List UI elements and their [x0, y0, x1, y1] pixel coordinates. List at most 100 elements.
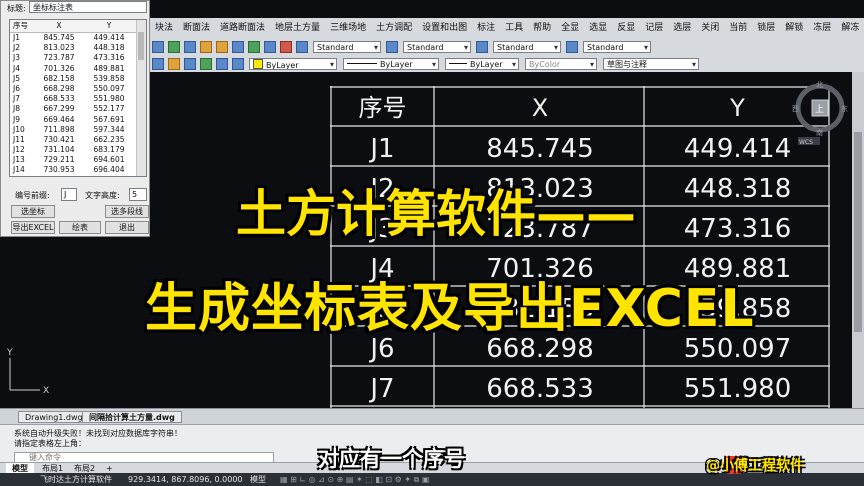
coordinate-list-cell: J10 [13, 124, 25, 134]
viewcube-north-label: 北 [816, 81, 823, 89]
file-tab-active[interactable]: 间隔拾计算土方量.dwg [82, 411, 182, 423]
plot-style-select[interactable]: ByColor [525, 58, 597, 70]
mleader-style-select[interactable]: Standard [583, 41, 651, 53]
layer-manager-icon[interactable] [248, 41, 260, 53]
layer-freeze-icon[interactable] [168, 58, 180, 70]
table-style-select[interactable]: Standard [493, 41, 561, 53]
calculator-icon[interactable] [264, 41, 276, 53]
ribbon-layer-tool[interactable]: 锁层 [752, 18, 780, 38]
status-mode[interactable]: 模型 [250, 473, 266, 486]
zoom-window-icon[interactable] [184, 41, 196, 53]
cad-table-header: X [532, 94, 548, 122]
pick-polyline-button[interactable]: 选多段线 [105, 205, 149, 218]
text-style-select[interactable]: Standard [313, 41, 381, 53]
viewcube-west-label: 西 [792, 105, 799, 113]
ribbon-layer-tool[interactable]: 关闭 [696, 18, 724, 38]
zoom-icon[interactable] [168, 41, 180, 53]
pick-coordinate-button[interactable]: 选坐标 [11, 205, 55, 218]
coordinate-list-row[interactable]: J11 730.421 662.235 [10, 135, 146, 145]
match-layer-icon[interactable] [232, 58, 244, 70]
ribbon-item[interactable]: 标注 [472, 18, 500, 38]
coordinate-list-row[interactable]: J12 731.104 683.179 [10, 145, 146, 155]
dim-style-icon[interactable] [386, 41, 398, 53]
lineweight-select[interactable]: ByLayer [445, 58, 519, 70]
scrollbar-thumb[interactable] [138, 32, 144, 60]
coordinate-list-row[interactable]: J14 730.953 696.404 [10, 165, 146, 175]
ribbon-item[interactable]: 三维场地 [325, 18, 371, 38]
ribbon-item[interactable]: 帮助 [528, 18, 556, 38]
coordinate-list-row[interactable]: J1 845.745 449.414 [10, 33, 146, 43]
ribbon-item[interactable]: 道路断面法 [215, 18, 270, 38]
coordinate-list[interactable]: 序号 X Y J1 845.745 449.414 J2 813.023 448.318 J… [9, 19, 147, 177]
ribbon-item[interactable]: 土方调配 [371, 18, 417, 38]
cad-table-cell: J1 [368, 134, 394, 164]
undo-icon[interactable] [200, 41, 212, 53]
ribbon-layer-tool[interactable]: 解冻 [836, 18, 864, 38]
coordinate-list-row[interactable]: J4 701.326 489.881 [10, 64, 146, 74]
ribbon-layer-tool[interactable]: 冻层 [808, 18, 836, 38]
cad-coordinate-table[interactable]: 序号 X YJ1 845.745 449.414J2 813.023 448.318J3 72… [330, 86, 830, 408]
ribbon-item[interactable]: 断面法 [178, 18, 215, 38]
ribbon-layer-tool[interactable]: 全显 [556, 18, 584, 38]
export-excel-button[interactable]: 导出EXCEL [11, 221, 55, 234]
drawing-vertical-scrollbar[interactable] [852, 72, 864, 408]
coordinate-list-cell: 449.414 [93, 33, 125, 42]
prefix-input[interactable]: J [61, 188, 77, 201]
coordinate-list-row[interactable]: J3 723.787 473.316 [10, 53, 146, 63]
linetype-select[interactable]: ByLayer [343, 58, 439, 70]
cad-table-header: Y [729, 94, 745, 122]
status-app-name: 飞时达土方计算软件 [40, 475, 112, 484]
wcs-label: WCS [799, 139, 813, 146]
ribbon-layer-tool[interactable]: 选显 [584, 18, 612, 38]
properties-icon[interactable] [232, 41, 244, 53]
pan-icon[interactable] [152, 41, 164, 53]
ribbon-layer-tool[interactable]: 解锁 [780, 18, 808, 38]
column-header: Y [106, 21, 112, 30]
coordinate-list-row[interactable]: J2 813.023 448.318 [10, 43, 146, 53]
title-input[interactable]: 坐标标注表 [29, 1, 147, 13]
help-icon[interactable] [280, 41, 292, 53]
scrollbar-thumb[interactable] [854, 132, 862, 332]
coordinate-list-cell: 448.318 [93, 43, 125, 53]
file-tab[interactable]: Drawing1.dwg [18, 411, 90, 423]
ribbon-layer-tool[interactable]: 记层 [640, 18, 668, 38]
coordinate-list-row[interactable]: J9 669.464 567.691 [10, 115, 146, 125]
coordinate-list-row[interactable]: J13 729.211 694.601 [10, 155, 146, 165]
column-header: 序号 [13, 21, 28, 30]
workspace-select[interactable]: 草图与注释 [603, 58, 699, 70]
ribbon-item[interactable]: 地层土方量 [270, 18, 325, 38]
coordinate-list-cell: 682.158 [43, 73, 75, 83]
coordinate-list-cell: J3 [13, 53, 20, 63]
ribbon-layer-tool[interactable]: 选层 [668, 18, 696, 38]
ribbon-layer-tool[interactable]: 反显 [612, 18, 640, 38]
table-style-icon[interactable] [476, 41, 488, 53]
draw-table-button[interactable]: 绘表 [59, 221, 101, 234]
coordinate-list-row[interactable]: J7 668.533 551.980 [10, 94, 146, 104]
ribbon-item[interactable]: 工具 [500, 18, 528, 38]
layer-state-icon[interactable] [152, 58, 164, 70]
status-toggle-icons[interactable]: ▦ ⊞ ∟ ◎ ⊿ ⊙ ⊕ ▤ ✶ ⬚ ◧ ⊡ ⚙ ✦ ⧉ ▣ [280, 473, 429, 486]
lineweight-preview [449, 63, 467, 64]
ribbon-item[interactable]: 块法 [150, 18, 178, 38]
layer-previous-icon[interactable] [200, 58, 212, 70]
redo-icon[interactable] [216, 41, 228, 53]
text-style-icon[interactable] [296, 41, 308, 53]
mleader-style-icon[interactable] [566, 41, 578, 53]
ribbon-layer-tool[interactable]: 当前 [724, 18, 752, 38]
coordinate-list-row[interactable]: J10 711.898 597.344 [10, 125, 146, 135]
make-current-icon[interactable] [216, 58, 228, 70]
exit-button[interactable]: 退出 [105, 221, 149, 234]
coordinate-list-row[interactable]: J5 682.158 539.858 [10, 74, 146, 84]
dim-style-select[interactable]: Standard [403, 41, 471, 53]
brand-watermark: @小傅工程软件 [706, 458, 804, 474]
layer-lock-icon[interactable] [184, 58, 196, 70]
coordinate-list-row[interactable]: J6 668.298 550.097 [10, 84, 146, 94]
coordinate-list-row[interactable]: J8 667.299 552.177 [10, 104, 146, 114]
viewcube[interactable]: 上 北 南 西 东 WCS [792, 80, 848, 146]
ribbon-item[interactable]: 设置和出图 [417, 18, 472, 38]
coordinate-list-cell: 813.023 [43, 43, 75, 53]
text-height-input[interactable]: 5 [129, 188, 147, 201]
color-select[interactable]: ByLayer [249, 58, 337, 70]
coordinate-list-cell: 667.299 [43, 104, 75, 114]
list-scrollbar[interactable] [136, 20, 146, 176]
